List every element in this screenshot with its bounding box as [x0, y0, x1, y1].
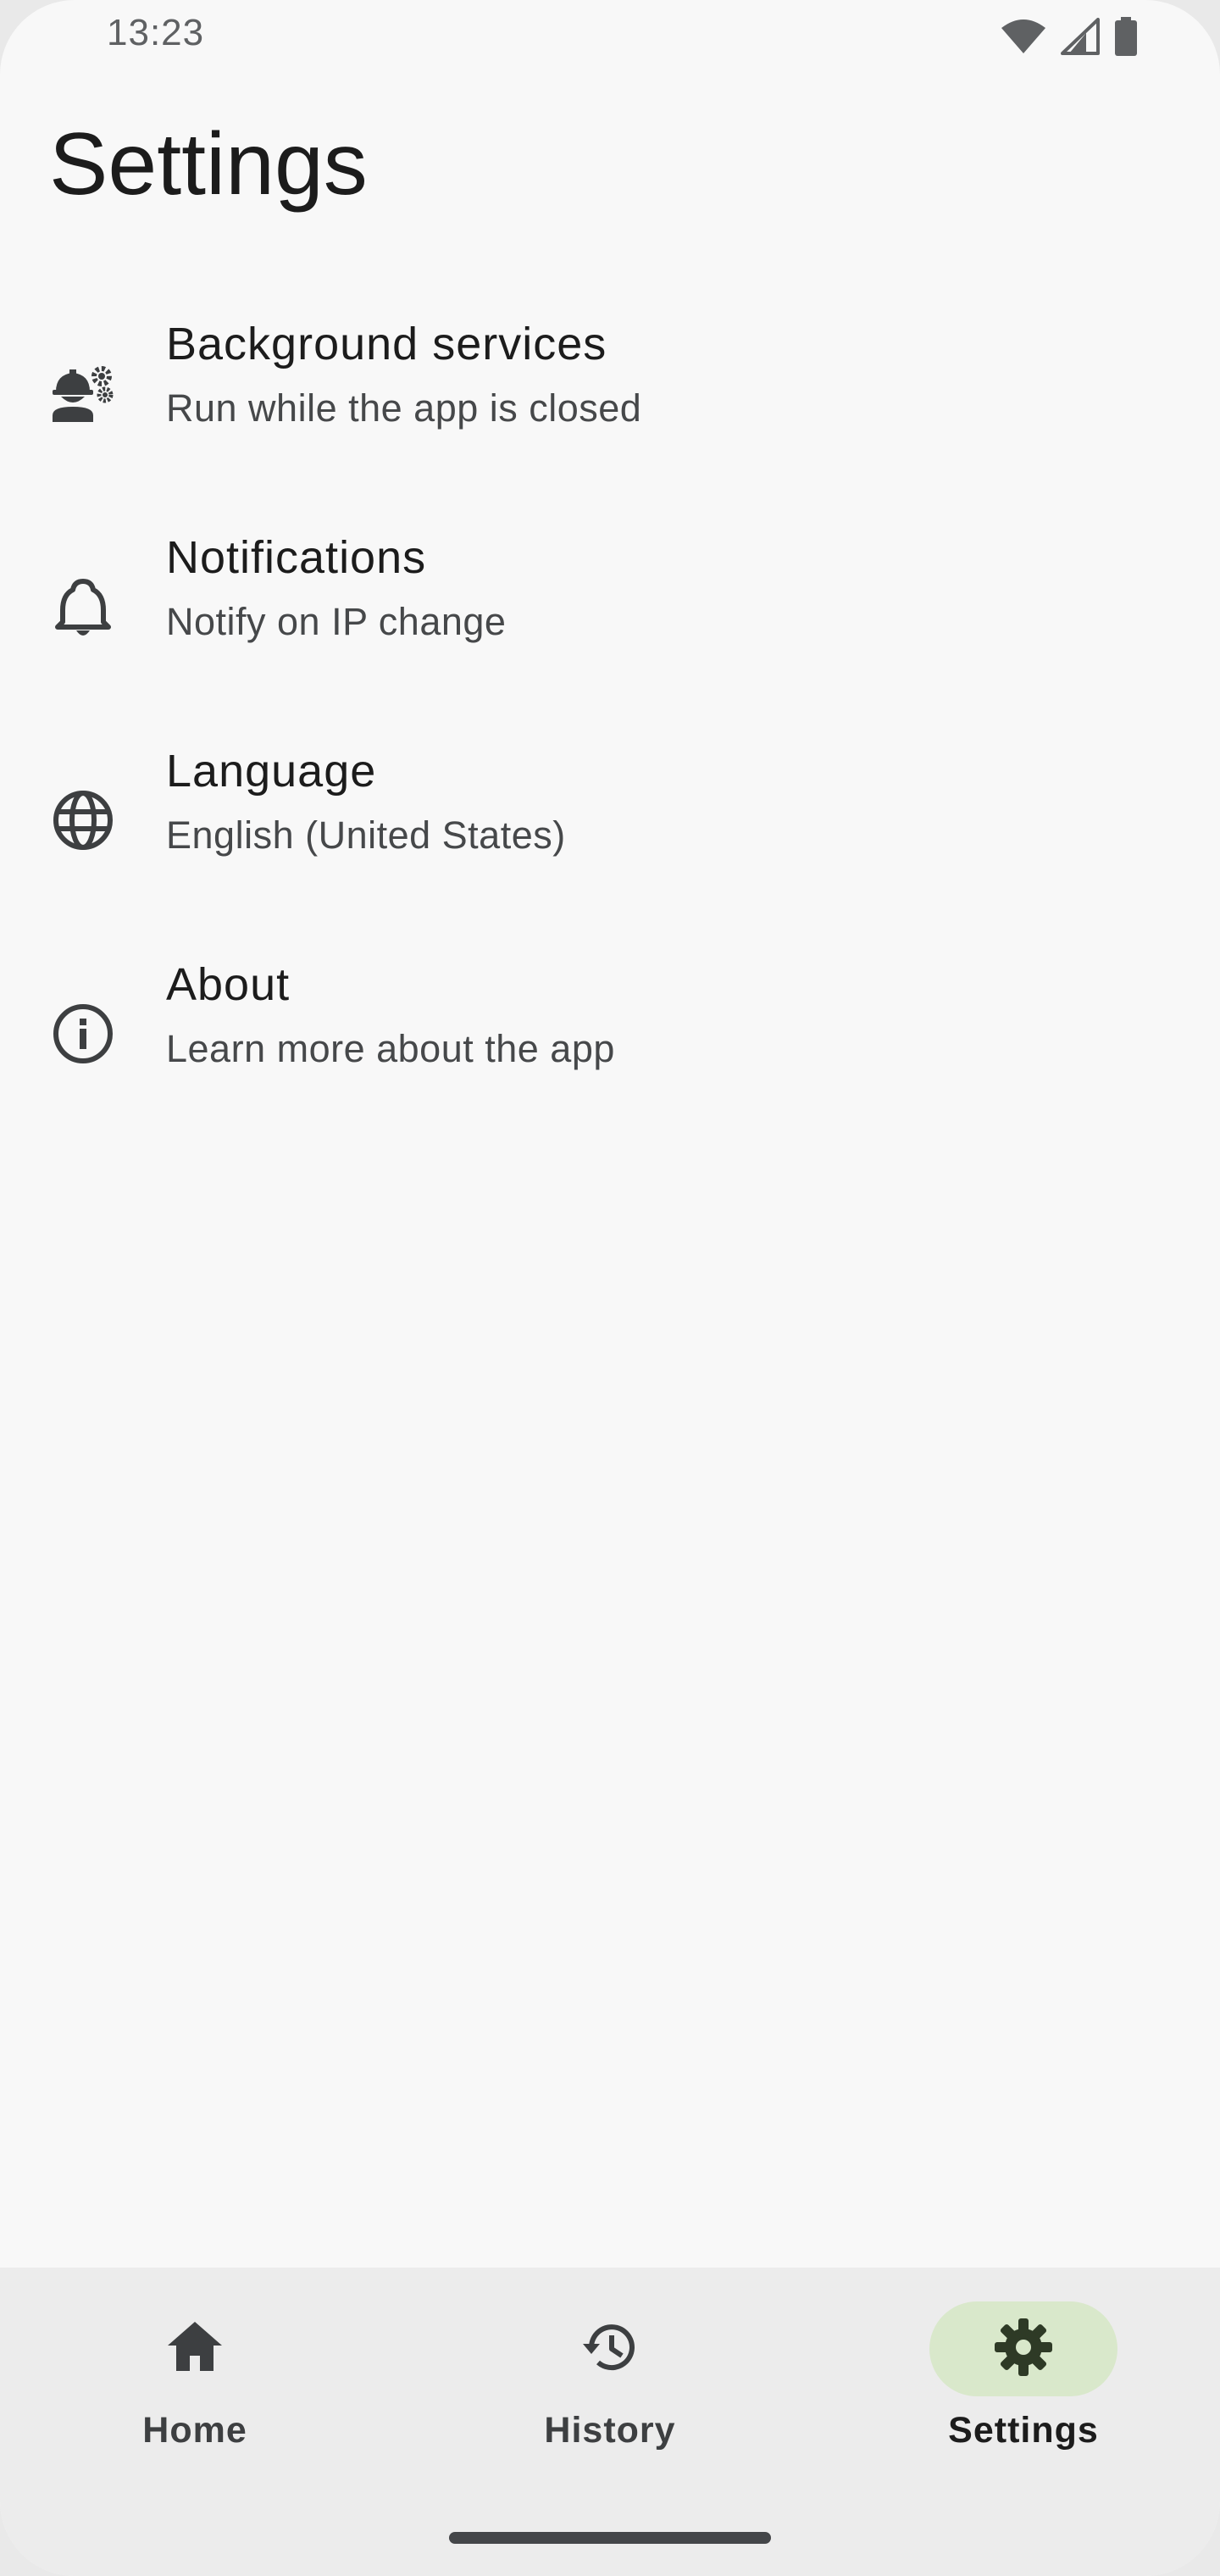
engineer-gear-icon — [49, 359, 117, 427]
gear-icon — [993, 2317, 1054, 2382]
settings-screen: 13:23 Settings Background services Run w… — [0, 0, 1220, 2576]
nav-item-home[interactable]: Home — [68, 2301, 322, 2471]
settings-item-subtitle: Notify on IP change — [166, 600, 507, 643]
settings-item-title: Notifications — [166, 532, 427, 583]
settings-item-subtitle: English (United States) — [166, 813, 566, 857]
bell-icon — [49, 573, 117, 641]
settings-item-language[interactable]: Language English (United States) — [0, 713, 1220, 927]
nav-pill — [516, 2301, 704, 2396]
nav-pill-active — [929, 2301, 1117, 2396]
settings-item-title: About — [166, 959, 291, 1010]
wifi-icon — [1000, 18, 1047, 55]
settings-item-text: Background services Run while the app is… — [166, 312, 641, 441]
settings-item-notifications[interactable]: Notifications Notify on IP change — [0, 500, 1220, 713]
settings-item-text: Notifications Notify on IP change — [166, 525, 506, 654]
nav-item-history[interactable]: History — [483, 2301, 737, 2471]
history-icon — [580, 2317, 640, 2382]
info-icon — [49, 1000, 117, 1068]
settings-item-text: About Learn more about the app — [166, 952, 615, 1081]
nav-item-settings[interactable]: Settings — [896, 2301, 1151, 2471]
status-time: 13:23 — [107, 12, 205, 53]
settings-item-subtitle: Learn more about the app — [166, 1027, 615, 1070]
settings-item-title: Language — [166, 746, 377, 797]
globe-icon — [49, 786, 117, 854]
settings-item-text: Language English (United States) — [166, 739, 566, 868]
settings-item-about[interactable]: About Learn more about the app — [0, 927, 1220, 1141]
settings-item-subtitle: Run while the app is closed — [166, 386, 642, 430]
bottom-navigation-bar: Home History Settings — [0, 2268, 1220, 2576]
home-icon — [164, 2317, 225, 2382]
cellular-signal-icon — [1061, 18, 1100, 55]
settings-item-title: Background services — [166, 319, 607, 369]
battery-icon — [1113, 17, 1139, 56]
status-bar: 13:23 — [0, 0, 1220, 71]
settings-item-background-services[interactable]: Background services Run while the app is… — [0, 286, 1220, 500]
page-title: Settings — [49, 115, 368, 214]
nav-label: Home — [142, 2410, 247, 2451]
nav-pill — [101, 2301, 289, 2396]
nav-label: History — [544, 2410, 676, 2451]
home-indicator[interactable] — [449, 2532, 771, 2544]
settings-list: Background services Run while the app is… — [0, 286, 1220, 1141]
status-icons — [1000, 17, 1139, 56]
nav-label-active: Settings — [948, 2410, 1099, 2451]
